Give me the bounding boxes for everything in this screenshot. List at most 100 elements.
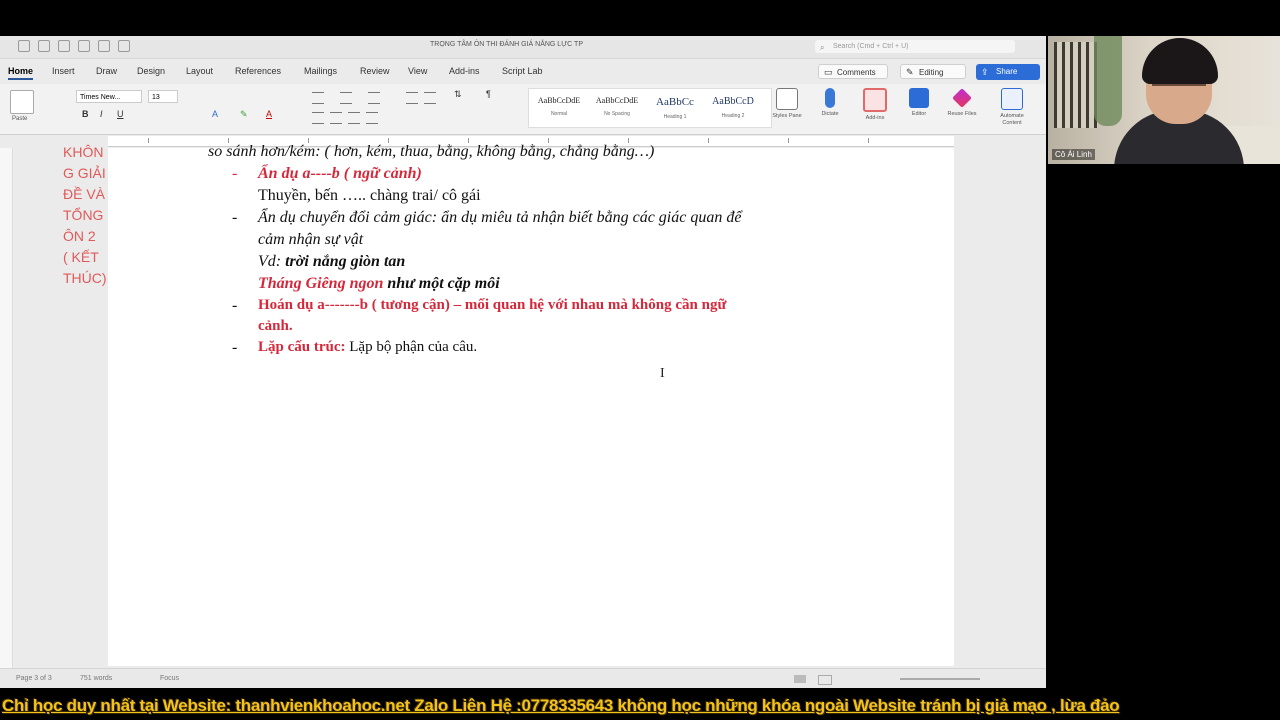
page-count: Page 3 of 3 xyxy=(16,675,52,682)
dictate-button[interactable]: Dictate xyxy=(809,88,851,118)
align-center-icon[interactable] xyxy=(330,112,342,124)
share-icon: ⇪ xyxy=(981,67,989,77)
add-ins-button[interactable]: Add-ins xyxy=(854,88,896,122)
italic-button[interactable]: I xyxy=(100,109,103,119)
underline-button[interactable]: U xyxy=(117,109,124,119)
zoom-slider[interactable] xyxy=(900,678,980,680)
multilevel-icon[interactable] xyxy=(368,92,380,104)
editor-button[interactable]: Editor xyxy=(898,88,940,118)
styles-pane-icon xyxy=(776,88,798,110)
bold-button[interactable]: B xyxy=(82,109,89,119)
highlight-icon[interactable]: ✎ xyxy=(240,109,248,120)
plant xyxy=(1094,36,1122,126)
cut-off-line: so sánh hơn/kém: ( hơn, kém, thua, bằng,… xyxy=(208,143,655,160)
align-left-icon[interactable] xyxy=(312,112,324,124)
show-formatting-icon[interactable]: ¶ xyxy=(486,89,491,99)
redo-icon[interactable] xyxy=(78,40,90,52)
print-layout-icon[interactable] xyxy=(794,675,806,683)
item3-line1: Hoán dụ a-------b ( tương cận) – mối qua… xyxy=(258,297,727,313)
item4-text: Lặp bộ phận của câu. xyxy=(345,339,478,355)
title-bar: TRỌNG TÂM ÔN THI ĐÁNH GIÁ NĂNG LỰC TP ⌕ … xyxy=(0,36,1046,59)
tool-label: Editor xyxy=(911,111,927,117)
item1-heading: Ẩn dụ a----b ( ngữ cảnh) xyxy=(258,165,422,182)
focus-mode[interactable]: Focus xyxy=(160,675,179,682)
style-preview: AaBbCcDdE xyxy=(537,96,581,105)
automate-content-button[interactable]: Automate Content xyxy=(991,88,1033,127)
search-input[interactable]: ⌕ Search (Cmd + Ctrl + U) xyxy=(815,40,1015,53)
share-label: Share xyxy=(996,67,1018,76)
save-icon[interactable] xyxy=(38,40,50,52)
comments-button[interactable]: ▭ Comments xyxy=(818,64,888,79)
print-icon[interactable] xyxy=(98,40,110,52)
paste-button[interactable] xyxy=(10,90,34,114)
bullets-icon[interactable] xyxy=(312,92,324,104)
webcam-name-label: Cô Ái Linh xyxy=(1052,149,1095,160)
tab-mailings[interactable]: Mailings xyxy=(304,66,337,76)
numbering-icon[interactable] xyxy=(340,92,352,104)
editing-mode-button[interactable]: ✎ Editing xyxy=(900,64,966,79)
bullet-dash: - xyxy=(232,339,238,356)
reuse-files-button[interactable]: Reuse Files xyxy=(941,88,983,118)
style-heading-1[interactable]: AaBbCc Heading 1 xyxy=(647,92,703,124)
style-label: Heading 1 xyxy=(663,114,687,120)
font-name-select[interactable]: Times New... xyxy=(76,90,142,103)
margin-line: TỔNG xyxy=(63,207,104,223)
item2-line1: Ẩn dụ chuyển đổi cảm giác: ẩn dụ miêu tả… xyxy=(258,209,741,227)
tool-label: Styles Pane xyxy=(772,113,802,119)
style-heading-2[interactable]: AaBbCcD Heading 2 xyxy=(705,92,761,124)
home-icon[interactable] xyxy=(18,40,30,52)
tab-view[interactable]: View xyxy=(408,66,427,76)
sort-icon[interactable]: ⇅ xyxy=(454,89,462,100)
add-ins-icon xyxy=(863,88,887,112)
item2-desc: ẩn dụ miêu tả nhận biết bằng các giác qu… xyxy=(437,209,742,226)
tab-draw[interactable]: Draw xyxy=(96,66,117,76)
tool-label: Dictate xyxy=(821,111,839,117)
tab-review[interactable]: Review xyxy=(360,66,390,76)
tab-layout[interactable]: Layout xyxy=(186,66,213,76)
font-color-icon[interactable]: A xyxy=(266,109,272,119)
item2-line2: cảm nhận sự vật xyxy=(258,231,364,248)
tab-add-ins[interactable]: Add-ins xyxy=(449,66,480,76)
tool-label: Add-ins xyxy=(865,115,885,121)
tab-home[interactable]: Home xyxy=(8,66,34,80)
document-page[interactable]: so sánh hơn/kém: ( hơn, kém, thua, bằng,… xyxy=(108,143,954,666)
document-title: TRỌNG TÂM ÔN THI ĐÁNH GIÁ NĂNG LỰC TP xyxy=(430,41,583,48)
word-count: 751 words xyxy=(80,675,113,682)
ribbon-home: Paste Times New... 13 B I U A ✎ A ⇅ ¶ Aa… xyxy=(0,84,1046,135)
tab-references[interactable]: References xyxy=(235,66,281,76)
reuse-files-icon xyxy=(952,88,972,108)
decrease-indent-icon[interactable] xyxy=(406,92,418,104)
margin-line: ÔN 2 xyxy=(63,228,96,244)
font-size-select[interactable]: 13 xyxy=(148,90,178,103)
margin-line: ( KẾT xyxy=(63,249,99,265)
ribbon-tabs: Home Insert Draw Design Layout Reference… xyxy=(0,59,1046,83)
webcam-video: Cô Ái Linh xyxy=(1048,36,1280,164)
tab-design[interactable]: Design xyxy=(137,66,165,76)
item3-line2: cảnh. xyxy=(258,318,293,334)
promo-banner: Chỉ học duy nhất tại Website: thanhvienk… xyxy=(0,694,1280,720)
page-background xyxy=(954,148,1046,666)
increase-indent-icon[interactable] xyxy=(424,92,436,104)
undo-icon[interactable] xyxy=(58,40,70,52)
style-preview: AaBbCc xyxy=(656,96,694,108)
style-normal[interactable]: AaBbCcDdE Normal xyxy=(531,92,587,124)
quote-red: Tháng Giêng ngon xyxy=(258,275,384,292)
editor-icon xyxy=(909,88,929,108)
tab-insert[interactable]: Insert xyxy=(52,66,75,76)
margin-line: ĐỀ VÀ xyxy=(63,186,106,202)
style-no-spacing[interactable]: AaBbCcDdE No Spacing xyxy=(589,92,645,124)
align-right-icon[interactable] xyxy=(348,112,360,124)
tab-script-lab[interactable]: Script Lab xyxy=(502,66,543,76)
text-effects-icon[interactable]: A xyxy=(212,109,218,119)
search-placeholder: Search (Cmd + Ctrl + U) xyxy=(833,43,909,50)
microphone-icon xyxy=(825,88,835,108)
justify-icon[interactable] xyxy=(366,112,378,124)
share-button[interactable]: ⇪ Share xyxy=(976,64,1040,80)
style-preview: AaBbCcDdE xyxy=(595,96,639,105)
customize-icon[interactable] xyxy=(118,40,130,52)
styles-pane-button[interactable]: Styles Pane xyxy=(766,88,808,120)
vertical-ruler[interactable] xyxy=(0,148,13,668)
glasses xyxy=(1152,84,1206,96)
web-layout-icon[interactable] xyxy=(818,675,832,685)
bullet-dash: - xyxy=(232,297,238,314)
